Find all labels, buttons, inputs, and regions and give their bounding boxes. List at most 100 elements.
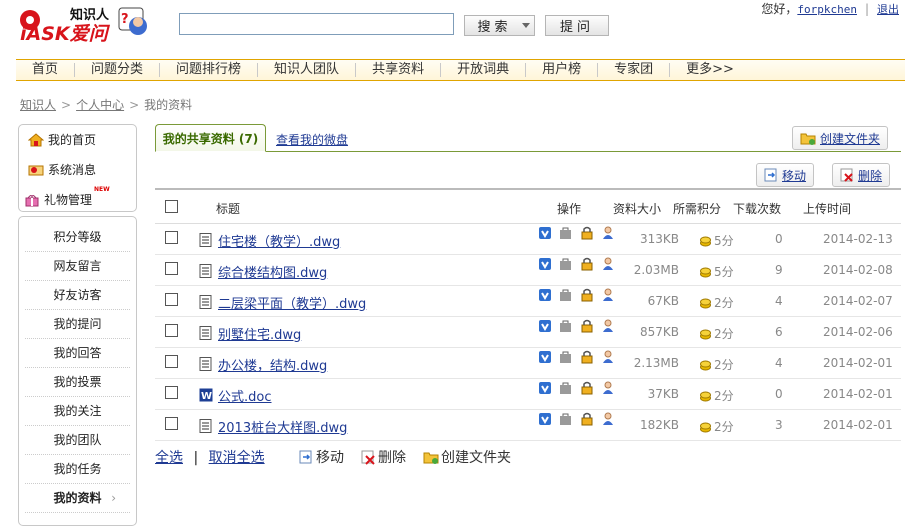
footer-delete-button[interactable]: 删除 [360,447,406,467]
user-icon[interactable] [601,381,615,395]
row-checkbox[interactable] [165,417,178,430]
sidebar-item-follows[interactable]: 我的关注 [25,397,130,426]
sidebar-item-questions[interactable]: 我的提问 [25,310,130,339]
sidebar-item-visitors[interactable]: 好友访客 [25,281,130,310]
lock-icon[interactable] [580,319,594,333]
file-size: 67KB [647,294,679,308]
search-input[interactable] [179,13,454,35]
row-operations [538,381,622,395]
sidebar-item-gifts[interactable]: 礼物管理 [24,191,92,208]
user-icon[interactable] [601,319,615,333]
view-icon[interactable] [538,350,552,364]
sidebar-item-points[interactable]: 积分等级 [25,223,130,252]
sidebar-item-answers[interactable]: 我的回答 [25,339,130,368]
delete-button[interactable]: 删除 [832,163,891,187]
iask-logo[interactable]: 知识人 iASK爱问 ? [16,4,156,48]
lock-icon[interactable] [580,350,594,364]
file-name-link[interactable]: 别墅住宅.dwg [218,324,301,343]
move-button[interactable]: 移动 [756,163,815,187]
deselect-all-link[interactable]: 取消全选 [209,450,265,466]
edit-icon[interactable] [559,226,573,240]
lock-icon[interactable] [580,288,594,302]
view-icon[interactable] [538,288,552,302]
user-icon[interactable] [601,257,615,271]
create-folder-button[interactable]: 创建文件夹 [792,126,889,150]
file-name-link[interactable]: 二层梁平面（教学）.dwg [218,293,366,312]
sidebar-item-messages[interactable]: 系统消息 [28,161,96,178]
user-icon[interactable] [601,288,615,302]
user-icon[interactable] [601,226,615,240]
row-checkbox[interactable] [165,293,178,306]
search-button-label: 搜索 [477,20,512,35]
nav-item-categories[interactable]: 问题分类 [74,63,159,77]
tab-my-shared[interactable]: 我的共享资料 (7) [155,124,266,152]
lock-icon[interactable] [580,381,594,395]
user-icon[interactable] [601,412,615,426]
edit-icon[interactable] [559,412,573,426]
nav-item-team[interactable]: 知识人团队 [257,63,355,77]
sidebar-item-team[interactable]: 我的团队 [25,426,130,455]
dwg-file-icon [199,326,212,340]
row-checkbox[interactable] [165,386,178,399]
folder-add-icon [423,452,439,464]
file-size: 37KB [647,387,679,401]
upload-date: 2014-02-01 [823,356,893,370]
file-name-link[interactable]: 住宅楼（教学）.dwg [218,231,340,250]
sidebar-item-votes[interactable]: 我的投票 [25,368,130,397]
logout-link[interactable]: 退出 [877,3,899,16]
file-name-link[interactable]: 公式.doc [218,386,272,405]
nav-item-experts[interactable]: 专家团 [597,63,669,77]
select-all-link[interactable]: 全选 [155,450,183,466]
nav-item-user-ranking[interactable]: 用户榜 [525,63,597,77]
select-all-checkbox[interactable] [165,200,178,213]
nav-item-home[interactable]: 首页 [16,63,74,77]
nav-item-dictionary[interactable]: 开放词典 [440,63,525,77]
edit-icon[interactable] [559,350,573,364]
username-link[interactable]: forpkchen [797,3,857,16]
table-header: 标题 操作 资料大小 所需积分 下载次数 上传时间 [155,190,901,224]
tab-my-disk[interactable]: 查看我的微盘 [276,131,348,148]
breadcrumb-user-center[interactable]: 个人中心 [76,98,124,112]
search-button[interactable]: 搜索 [464,15,535,36]
ask-button[interactable]: 提问 [545,15,609,36]
row-checkbox[interactable] [165,324,178,337]
edit-icon[interactable] [559,288,573,302]
table-row: 2013桩台大样图.dwg 182KB 2分 3 2014-02-01 [155,410,901,441]
view-icon[interactable] [538,412,552,426]
sidebar-item-tasks[interactable]: 我的任务 [25,455,130,484]
sidebar-item-home[interactable]: 我的首页 [28,131,96,148]
sidebar-item-materials[interactable]: 我的资料 [25,484,130,513]
footer-create-folder-button[interactable]: 创建文件夹 [423,447,511,467]
edit-icon[interactable] [559,381,573,395]
nav-item-shared[interactable]: 共享资料 [355,63,440,77]
file-name-link[interactable]: 2013桩台大样图.dwg [218,417,347,436]
sidebar-item-guestbook[interactable]: 网友留言 [25,252,130,281]
required-points: 2分 [700,294,734,311]
file-name-link[interactable]: 办公楼，结构.dwg [218,355,327,374]
view-icon[interactable] [538,226,552,240]
breadcrumb-home[interactable]: 知识人 [20,98,56,112]
greeting: 您好， [761,2,798,16]
chevron-down-icon[interactable] [522,23,530,28]
sidebar-item-label: 礼物管理 [44,193,93,207]
row-checkbox[interactable] [165,262,178,275]
row-checkbox[interactable] [165,231,178,244]
upload-date: 2014-02-01 [823,387,893,401]
view-icon[interactable] [538,319,552,333]
row-checkbox[interactable] [165,355,178,368]
lock-icon[interactable] [580,412,594,426]
view-icon[interactable] [538,381,552,395]
lock-icon[interactable] [580,257,594,271]
edit-icon[interactable] [559,257,573,271]
nav-item-more[interactable]: 更多>> [669,63,750,77]
nav-item-rankings[interactable]: 问题排行榜 [159,63,257,77]
header-points: 所需积分 [673,202,722,216]
edit-icon[interactable] [559,319,573,333]
lock-icon[interactable] [580,226,594,240]
view-icon[interactable] [538,257,552,271]
upload-date: 2014-02-01 [823,418,893,432]
file-name-link[interactable]: 综合楼结构图.dwg [218,262,327,281]
footer-move-button[interactable]: 移动 [298,447,344,467]
sidebar-item-label: 我的首页 [48,133,97,147]
user-icon[interactable] [601,350,615,364]
